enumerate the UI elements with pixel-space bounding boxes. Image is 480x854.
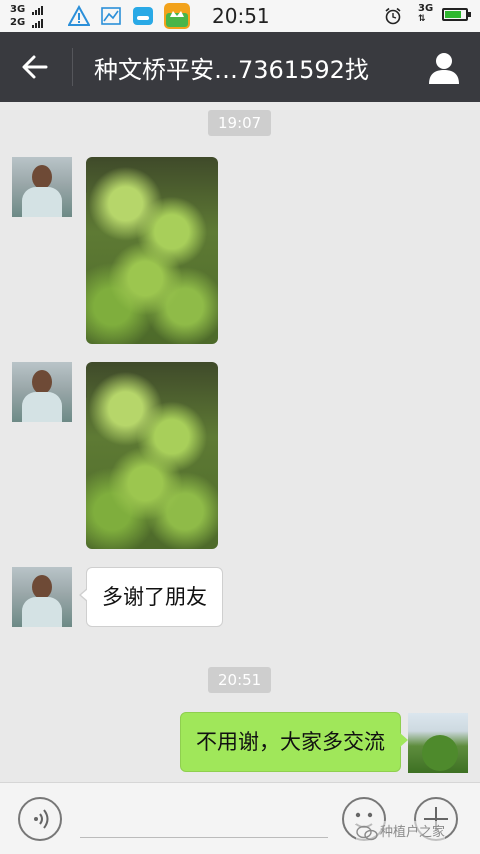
signal-bars-icon [31,16,44,28]
received-message[interactable]: 多谢了朋友 [79,567,223,627]
signal-bars-icon [31,3,44,15]
chat-title: 种文桥平安…7361592找 [94,56,369,84]
input-bar: 种植户之家 [0,782,480,854]
voice-icon [34,809,49,829]
my-avatar[interactable] [408,713,468,773]
contact-profile-icon[interactable] [424,48,464,88]
chart-icon [101,7,121,25]
app-notification-icon [133,7,153,25]
game-app-icon [164,3,190,29]
clock: 20:51 [212,4,270,28]
signal-indicators: 3G 2G [10,3,44,29]
back-arrow-icon[interactable] [18,50,52,84]
received-photo[interactable] [86,362,218,549]
contact-avatar[interactable] [12,567,72,627]
sent-message[interactable]: 不用谢，大家多交流 [180,712,408,772]
contact-avatar[interactable] [12,157,72,217]
status-bar: 3G 2G 20:51 3G ⇅ [0,0,480,32]
message-timestamp: 19:07 [208,110,272,136]
battery-icon [442,8,471,21]
watermark: 种植户之家 [356,821,446,841]
network-type-bottom: 2G [10,17,26,28]
contact-avatar[interactable] [12,362,72,422]
network-type-top: 3G [10,4,26,15]
network-type-right: 3G ⇅ [418,3,434,25]
received-photo[interactable] [86,157,218,344]
message-input[interactable] [80,837,328,838]
message-timestamp: 20:51 [208,667,272,693]
alarm-icon [385,7,401,25]
message-list[interactable]: 19:07 多谢了朋友 20:51 不用谢，大家多交流 [0,102,480,782]
voice-input-button[interactable] [18,797,62,841]
header-divider [72,48,73,86]
wechat-logo-icon [356,825,378,840]
chat-header: 种文桥平安…7361592找 [0,32,480,102]
warning-icon [68,5,90,26]
